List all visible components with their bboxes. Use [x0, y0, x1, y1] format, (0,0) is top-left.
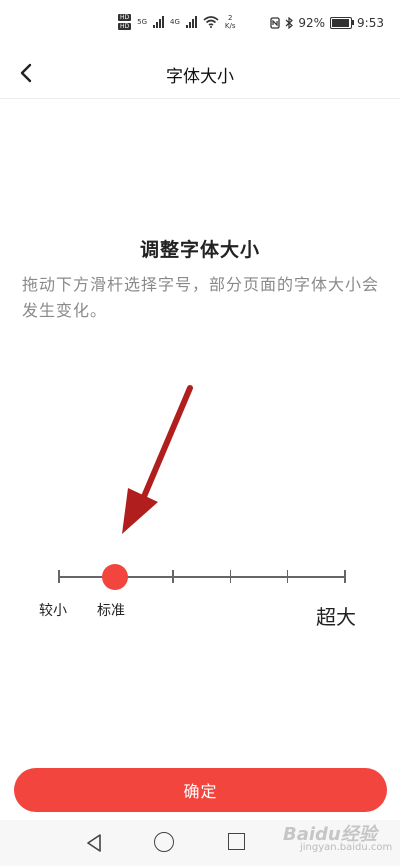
wifi-icon — [203, 16, 219, 28]
bluetooth-icon — [285, 17, 294, 29]
slider-tick[interactable] — [344, 570, 346, 583]
network-type-1: 5G — [137, 18, 148, 26]
hd-badge-2: HD — [118, 23, 132, 30]
network-type-2: 4G — [170, 18, 180, 26]
battery-icon — [330, 17, 355, 29]
page-title: 字体大小 — [166, 67, 234, 87]
network-speed: 2 K/s — [225, 14, 236, 30]
nfc-icon — [270, 17, 281, 29]
confirm-button[interactable]: 确定 — [14, 768, 387, 812]
hd-badge-1: HD — [118, 14, 132, 21]
app-header: 字体大小 — [0, 48, 400, 99]
watermark-url: jingyan.baidu.com — [300, 842, 393, 853]
slider-label-large: 超大 — [316, 605, 356, 629]
section-heading: 调整字体大小 — [139, 239, 260, 261]
annotation-arrow-icon — [122, 385, 193, 534]
slider-tick[interactable] — [172, 570, 174, 583]
slider-tick[interactable] — [229, 570, 232, 583]
slider-track[interactable] — [58, 576, 344, 578]
slider-label-small: 较小 — [39, 603, 67, 619]
battery-fill — [332, 19, 349, 27]
hd-indicators: HD HD — [118, 14, 132, 30]
speed-unit: K/s — [224, 22, 236, 30]
slider-tick[interactable] — [286, 570, 289, 583]
clock: 9:53 — [357, 16, 384, 30]
battery-percent: 92% — [298, 16, 326, 30]
nav-back-icon[interactable] — [86, 834, 102, 852]
status-left: HD HD 5G 4G 2 K/s — [118, 14, 236, 30]
status-right: 92% 9:53 — [270, 16, 384, 30]
signal-icon-1 — [153, 16, 165, 28]
slider-label-standard: 标准 — [97, 603, 125, 619]
nav-home-icon[interactable] — [154, 832, 174, 852]
speed-value: 2 — [227, 14, 233, 22]
nav-recent-apps-icon[interactable] — [228, 833, 245, 850]
status-bar: HD HD 5G 4G 2 K/s 92% 9:53 — [0, 0, 400, 40]
signal-icon-2 — [185, 16, 197, 28]
section-description: 拖动下方滑杆选择字号，部分页面的字体大小会发生变化。 — [22, 275, 380, 320]
slider-tick[interactable] — [58, 570, 60, 583]
font-size-slider[interactable] — [58, 564, 346, 590]
slider-thumb[interactable] — [102, 564, 129, 590]
